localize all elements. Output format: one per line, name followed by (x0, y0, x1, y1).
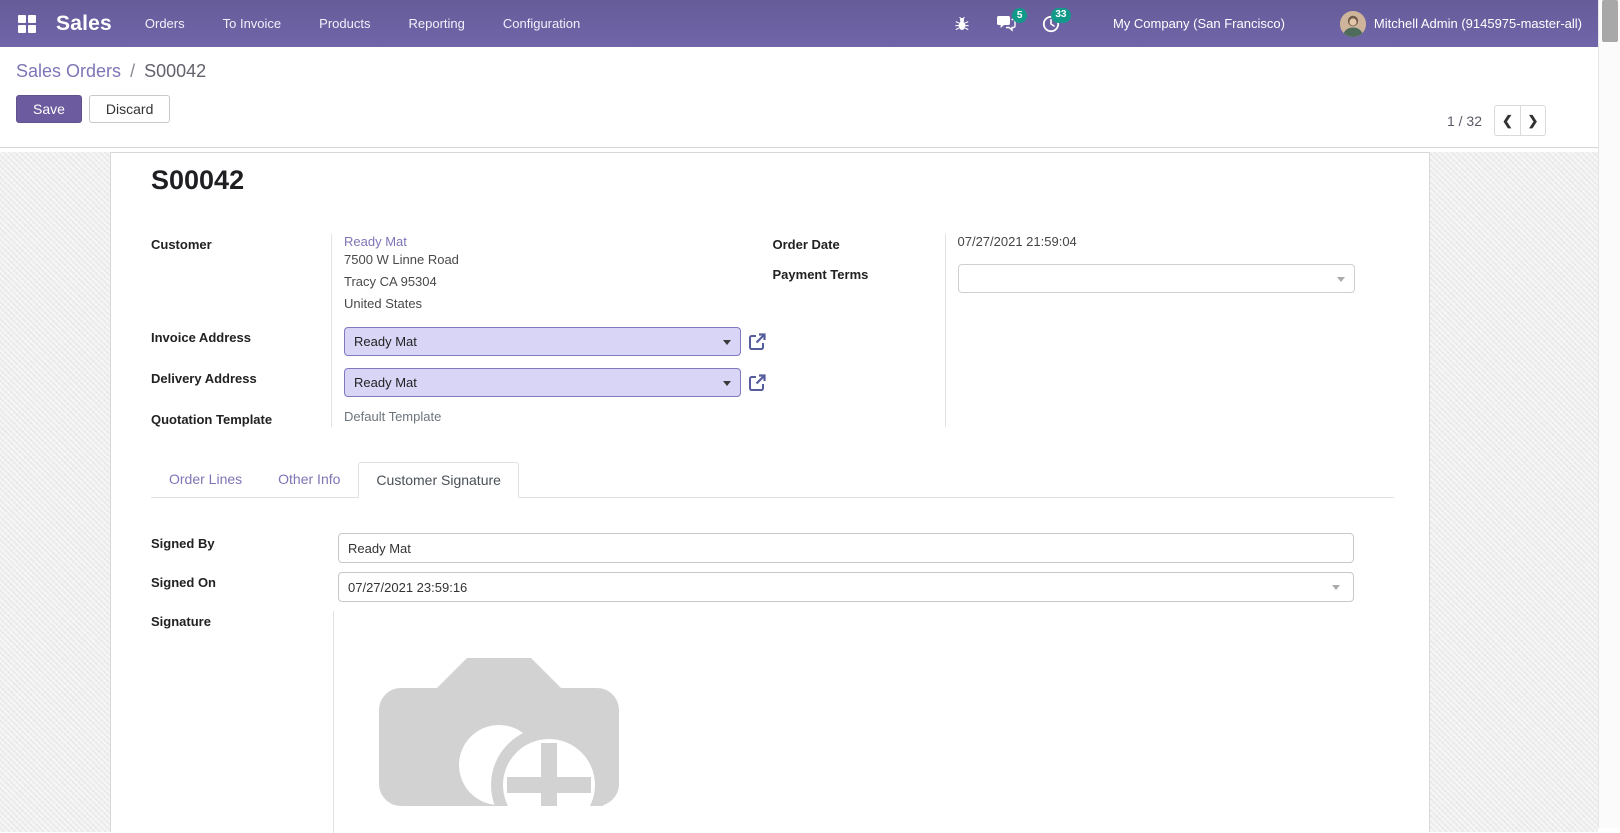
delivery-address-label: Delivery Address (151, 368, 331, 397)
payment-terms-label: Payment Terms (773, 264, 945, 293)
form-sheet: S00042 Customer Ready Mat 7500 W Linne R… (110, 152, 1430, 832)
control-panel: Sales Orders / S00042 Save Discard 1 / 3… (0, 47, 1598, 148)
tab-order-lines[interactable]: Order Lines (151, 461, 260, 497)
debug-bug-icon[interactable] (954, 16, 970, 32)
invoice-address-select[interactable]: Ready Mat (344, 327, 741, 356)
user-avatar (1340, 11, 1366, 37)
signature-label: Signature (151, 611, 333, 833)
customer-address: 7500 W Linne Road Tracy CA 95304 United … (344, 249, 773, 315)
signed-on-input[interactable] (338, 572, 1354, 602)
quotation-template-label: Quotation Template (151, 409, 331, 427)
breadcrumb-separator: / (126, 61, 139, 81)
delivery-address-value: Ready Mat (331, 368, 773, 397)
record-title: S00042 (151, 165, 1394, 196)
page: Sales Orders To Invoice Products Reporti… (0, 0, 1598, 828)
signature-value-area[interactable] (333, 611, 1394, 833)
activities-badge: 33 (1051, 8, 1071, 23)
tab-bar: Order Lines Other Info Customer Signatur… (151, 461, 1394, 498)
customer-link[interactable]: Ready Mat (344, 234, 773, 249)
address-line: United States (344, 293, 773, 315)
main-menu: Orders To Invoice Products Reporting Con… (126, 0, 599, 47)
notebook: Order Lines Other Info Customer Signatur… (151, 461, 1394, 833)
user-menu[interactable]: Mitchell Admin (9145975-master-all) (1340, 11, 1582, 37)
signed-on-label: Signed On (151, 572, 333, 602)
customer-value: Ready Mat 7500 W Linne Road Tracy CA 953… (331, 234, 773, 315)
breadcrumb-current: S00042 (144, 61, 206, 81)
save-button[interactable]: Save (16, 95, 82, 123)
scrollbar-thumb[interactable] (1602, 0, 1618, 42)
menu-products[interactable]: Products (300, 0, 389, 47)
tab-other-info[interactable]: Other Info (260, 461, 358, 497)
payment-terms-value (945, 264, 1395, 293)
cp-buttons: Save Discard (16, 95, 1582, 123)
field-groups: Customer Ready Mat 7500 W Linne Road Tra… (151, 234, 1394, 427)
discard-button[interactable]: Discard (89, 95, 170, 123)
left-field-group: Customer Ready Mat 7500 W Linne Road Tra… (151, 234, 773, 427)
top-navbar: Sales Orders To Invoice Products Reporti… (0, 0, 1598, 47)
delivery-address-text: Ready Mat (354, 375, 417, 390)
address-line: 7500 W Linne Road (344, 249, 773, 271)
menu-reporting[interactable]: Reporting (389, 0, 483, 47)
right-field-group: Order Date 07/27/2021 21:59:04 Payment T… (773, 234, 1395, 427)
chevron-down-icon (1332, 585, 1340, 590)
chevron-down-icon (1337, 277, 1345, 282)
pager-next-button[interactable]: ❯ (1520, 105, 1546, 136)
address-line: Tracy CA 95304 (344, 271, 773, 293)
delivery-address-select[interactable]: Ready Mat (344, 368, 741, 397)
pager-previous-button[interactable]: ❮ (1494, 105, 1520, 136)
delivery-address-external-link-icon[interactable] (748, 373, 767, 392)
signed-by-input[interactable] (338, 533, 1354, 563)
tab-customer-signature[interactable]: Customer Signature (358, 462, 519, 498)
payment-terms-select[interactable] (958, 264, 1355, 293)
menu-configuration[interactable]: Configuration (484, 0, 599, 47)
invoice-address-external-link-icon[interactable] (748, 332, 767, 351)
invoice-address-value: Ready Mat (331, 327, 773, 356)
pager-count: 1 / 32 (1447, 113, 1482, 129)
order-date-value[interactable]: 07/27/2021 21:59:04 (945, 234, 1395, 252)
chevron-down-icon (723, 381, 731, 386)
breadcrumb-sales-orders[interactable]: Sales Orders (16, 61, 121, 81)
customer-label: Customer (151, 234, 331, 315)
menu-to-invoice[interactable]: To Invoice (204, 0, 301, 47)
activities-clock-icon[interactable]: 33 (1042, 15, 1060, 33)
company-switcher[interactable]: My Company (San Francisco) (1113, 16, 1285, 31)
signed-on-value (333, 572, 1394, 602)
invoice-address-text: Ready Mat (354, 334, 417, 349)
pager: 1 / 32 ❮ ❯ (1447, 105, 1546, 136)
customer-signature-tab-content: Signed By Signed On Signature (151, 533, 1394, 833)
app-name[interactable]: Sales (56, 12, 112, 36)
signed-by-label: Signed By (151, 533, 333, 563)
chevron-down-icon (723, 340, 731, 345)
apps-menu-icon[interactable] (18, 15, 36, 33)
content-background: S00042 Customer Ready Mat 7500 W Linne R… (0, 152, 1598, 832)
user-name: Mitchell Admin (9145975-master-all) (1374, 16, 1582, 31)
messages-icon[interactable]: 5 (996, 15, 1016, 32)
messages-badge: 5 (1012, 8, 1027, 23)
breadcrumb: Sales Orders / S00042 (16, 61, 1582, 82)
quotation-template-value[interactable]: Default Template (331, 409, 773, 427)
menu-orders[interactable]: Orders (126, 0, 204, 47)
order-date-label: Order Date (773, 234, 945, 252)
signed-by-value (333, 533, 1394, 563)
vertical-scrollbar[interactable] (1598, 0, 1620, 828)
invoice-address-label: Invoice Address (151, 327, 331, 356)
camera-upload-placeholder-icon[interactable] (379, 658, 619, 806)
systray: 5 33 My Company (San Francisco) Mitchell… (941, 11, 1582, 37)
